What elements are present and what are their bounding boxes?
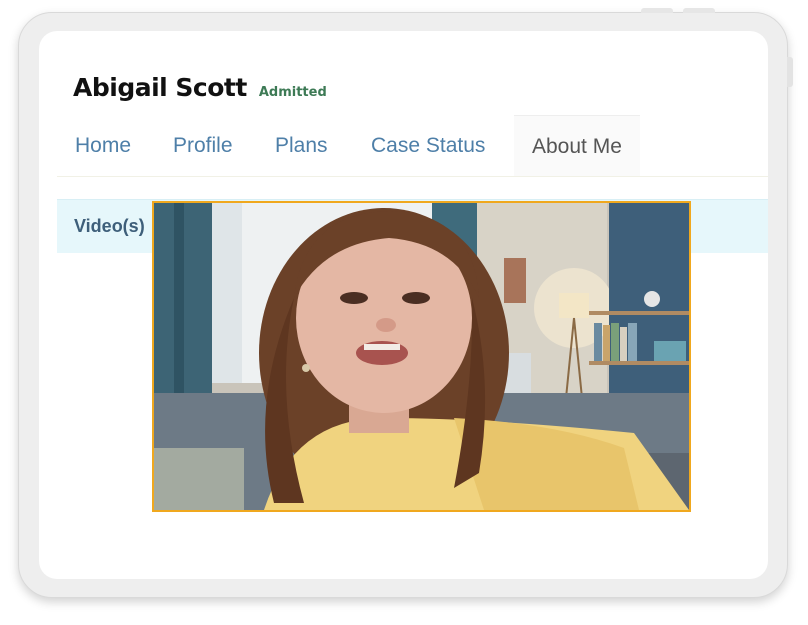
patient-header: Abigail Scott Admitted: [73, 73, 327, 102]
nav-divider: [57, 176, 768, 177]
status-badge: Admitted: [258, 85, 327, 100]
tab-case-status[interactable]: Case Status: [353, 115, 503, 177]
tablet-side-button: [787, 57, 793, 87]
tablet-top-button: [683, 8, 715, 13]
tablet-frame: Abigail Scott Admitted Home Profile Plan…: [18, 8, 793, 598]
tablet-screen: Abigail Scott Admitted Home Profile Plan…: [39, 31, 768, 579]
tab-plans[interactable]: Plans: [257, 115, 346, 177]
patient-name: Abigail Scott: [73, 73, 247, 102]
nav-tabs: Home Profile Plans Case Status About Me: [57, 115, 768, 177]
videos-section-label: Video(s): [74, 216, 145, 236]
tab-home[interactable]: Home: [57, 115, 149, 177]
tab-about-me[interactable]: About Me: [514, 115, 640, 177]
tab-profile[interactable]: Profile: [155, 115, 251, 177]
video-frame-image: [154, 203, 689, 510]
video-player[interactable]: [152, 201, 691, 512]
tablet-top-button: [641, 8, 673, 13]
